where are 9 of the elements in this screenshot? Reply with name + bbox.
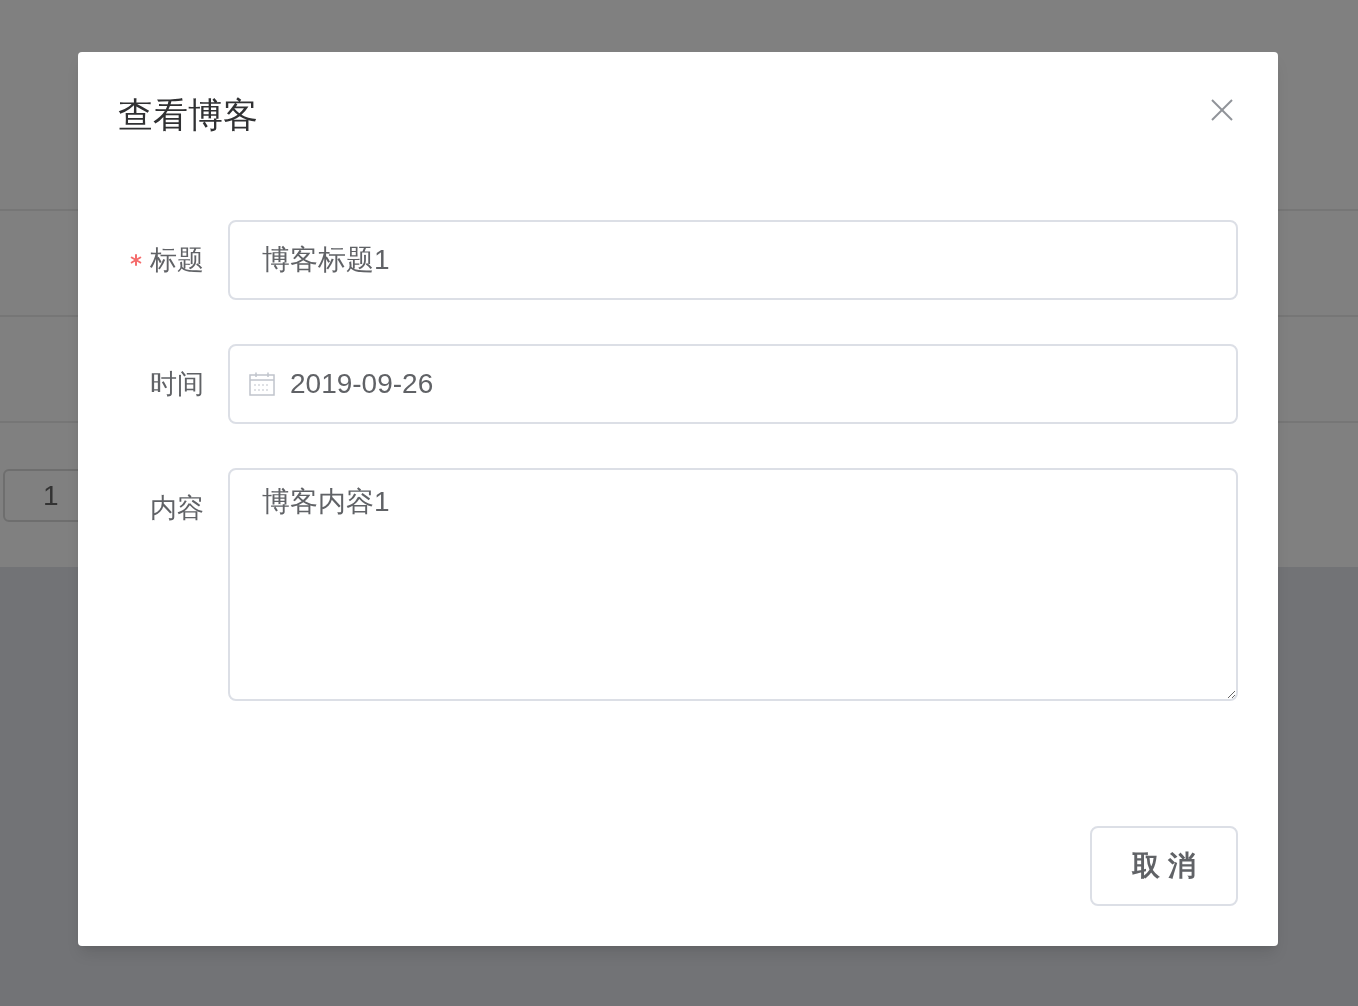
textarea-field[interactable]: 博客内容1 bbox=[228, 468, 1238, 701]
field-label: 内容 bbox=[150, 491, 204, 525]
dialog-title: 查看博客 bbox=[118, 94, 258, 136]
cancel-button[interactable]: 取 消 bbox=[1090, 826, 1238, 906]
calendar-icon bbox=[249, 372, 275, 396]
field-label: 标题 bbox=[150, 243, 204, 277]
field-label: 时间 bbox=[150, 367, 204, 401]
text-input-field[interactable]: 博客标题1 bbox=[228, 220, 1238, 300]
date-input-field[interactable]: 2019-09-26 bbox=[228, 344, 1238, 424]
